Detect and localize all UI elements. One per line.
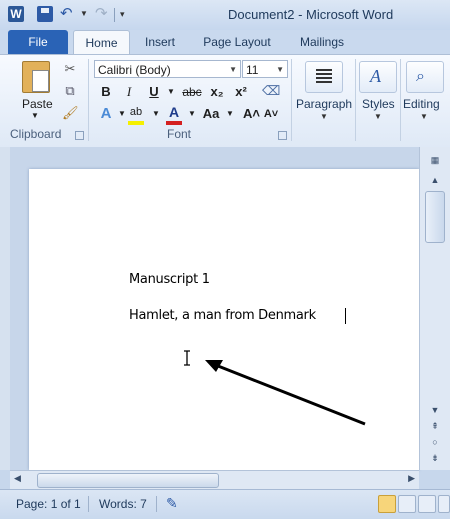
select-browse-object-icon[interactable]: ○ [426, 435, 444, 449]
tab-page-layout[interactable]: Page Layout [196, 30, 278, 54]
underline-button[interactable]: U [146, 84, 162, 100]
full-screen-reading-view-icon[interactable] [398, 495, 416, 513]
paste-button-label[interactable]: Paste [22, 97, 53, 111]
scroll-left-icon[interactable]: ◀ [14, 473, 21, 484]
font-color-icon[interactable]: A [166, 104, 182, 120]
ibeam-cursor-icon [184, 350, 190, 366]
save-icon[interactable] [37, 6, 53, 22]
paste-icon[interactable] [22, 61, 50, 93]
cut-icon[interactable]: ✂ [62, 61, 78, 77]
font-name-dropdown-icon[interactable]: ▼ [229, 61, 237, 79]
clipboard-launcher-icon[interactable] [75, 131, 84, 140]
subscript-button[interactable]: x₂ [209, 84, 225, 100]
qat-separator [114, 8, 115, 22]
web-layout-view-icon[interactable] [418, 495, 436, 513]
page-count-status[interactable]: Page: 1 of 1 [16, 497, 81, 511]
styles-button[interactable]: A [359, 61, 397, 93]
underline-dropdown-icon[interactable]: ▼ [163, 84, 179, 100]
highlight-color-bar [128, 121, 144, 125]
window-title: Document2 - Microsoft Word [228, 7, 394, 22]
horizontal-scrollbar[interactable]: ◀ ▶ [10, 470, 419, 489]
styles-dropdown-icon[interactable]: ▼ [374, 112, 382, 121]
copy-icon[interactable]: ⧉ [62, 83, 78, 99]
word-count-status[interactable]: Words: 7 [99, 497, 147, 511]
arrow-annotation-icon [205, 360, 366, 426]
tab-home[interactable]: Home [73, 30, 130, 55]
vertical-scroll-thumb[interactable] [425, 191, 445, 243]
group-separator [291, 59, 292, 141]
scroll-up-icon[interactable]: ▲ [426, 173, 444, 187]
change-case-dropdown-icon[interactable]: ▼ [222, 106, 238, 122]
group-separator [355, 59, 356, 141]
customize-qat-icon[interactable]: ▾ [120, 6, 136, 22]
title-bar: W ↶ ▼ ↷ ▾ Document2 - Microsoft Word [0, 0, 450, 31]
italic-button[interactable]: I [121, 84, 137, 100]
previous-page-icon[interactable]: ⇞ [426, 419, 444, 433]
undo-dropdown-icon[interactable]: ▼ [80, 6, 96, 22]
proofing-icon[interactable]: ✎ [166, 495, 178, 512]
superscript-button[interactable]: x² [233, 84, 249, 100]
highlight-dropdown-icon[interactable]: ▼ [148, 106, 164, 122]
editing-dropdown-icon[interactable]: ▼ [420, 112, 428, 121]
vertical-scrollbar[interactable]: ▦ ▲ ▼ ⇞ ○ ⇟ [419, 147, 450, 470]
paste-dropdown-icon[interactable]: ▼ [31, 111, 39, 120]
status-bar: Page: 1 of 1 Words: 7 ✎ [0, 489, 450, 519]
highlight-icon[interactable]: ab [128, 104, 144, 120]
ribbon-tabs: File Home Insert Page Layout Mailings [0, 30, 450, 55]
styles-label[interactable]: Styles [362, 97, 395, 111]
text-effects-icon[interactable]: A [98, 106, 114, 122]
paragraph-icon [316, 69, 332, 71]
next-page-icon[interactable]: ⇟ [426, 451, 444, 465]
ribbon-home: Paste ▼ ✂ ⧉ 🖌 Clipboard Calibri (Body) ▼… [0, 54, 450, 148]
paragraph-button[interactable] [305, 61, 343, 93]
font-name-field[interactable]: Calibri (Body) ▼ [94, 60, 241, 78]
bold-button[interactable]: B [98, 84, 114, 100]
undo-icon[interactable]: ↶ [60, 6, 76, 22]
group-separator [400, 59, 401, 141]
font-color-dropdown-icon[interactable]: ▼ [184, 106, 200, 122]
tab-mailings[interactable]: Mailings [290, 30, 354, 54]
view-ruler-icon[interactable]: ▦ [426, 153, 444, 167]
clear-formatting-icon[interactable]: ⌫ [262, 83, 280, 99]
clipboard-group-label: Clipboard [10, 127, 62, 141]
styles-icon: A [370, 66, 381, 86]
status-separator [88, 496, 89, 512]
tab-file[interactable]: File [8, 30, 68, 54]
paragraph-label[interactable]: Paragraph [296, 97, 352, 111]
text-caret [345, 308, 346, 324]
status-separator [156, 496, 157, 512]
word-app-icon[interactable]: W [8, 6, 24, 22]
editing-label[interactable]: Editing [403, 97, 440, 111]
font-group-label: Font [167, 127, 192, 141]
font-color-bar [166, 121, 182, 125]
font-launcher-icon[interactable] [278, 131, 287, 140]
font-size-field[interactable]: 11 ▼ [242, 60, 288, 78]
binoculars-icon: ⌕ [416, 68, 425, 85]
horizontal-scroll-thumb[interactable] [37, 473, 219, 488]
font-name-value: Calibri (Body) [98, 63, 171, 77]
document-line[interactable]: Manuscript 1 [129, 272, 210, 287]
redo-icon[interactable]: ↷ [95, 6, 111, 22]
group-separator [88, 59, 89, 141]
scroll-down-icon[interactable]: ▼ [426, 403, 444, 417]
print-layout-view-icon[interactable] [378, 495, 396, 513]
outline-view-icon[interactable] [438, 495, 450, 513]
grow-font-button[interactable]: A˄ [243, 106, 260, 122]
scroll-right-icon[interactable]: ▶ [408, 473, 415, 484]
format-painter-icon[interactable]: 🖌 [62, 105, 79, 121]
paragraph-dropdown-icon[interactable]: ▼ [320, 112, 328, 121]
shrink-font-button[interactable]: A˅ [263, 106, 279, 122]
editing-button[interactable]: ⌕ [406, 61, 444, 93]
document-line[interactable]: Hamlet, a man from Denmark [129, 308, 316, 323]
left-margin-strip [0, 147, 10, 470]
font-size-dropdown-icon[interactable]: ▼ [276, 61, 284, 79]
document-page[interactable]: Manuscript 1 Hamlet, a man from Denmark [29, 169, 419, 470]
change-case-button[interactable]: Aa [200, 106, 222, 122]
font-size-value: 11 [246, 63, 259, 77]
tab-insert[interactable]: Insert [136, 30, 184, 54]
strikethrough-button[interactable]: abc [179, 84, 205, 100]
document-area: Manuscript 1 Hamlet, a man from Denmark [0, 147, 419, 470]
